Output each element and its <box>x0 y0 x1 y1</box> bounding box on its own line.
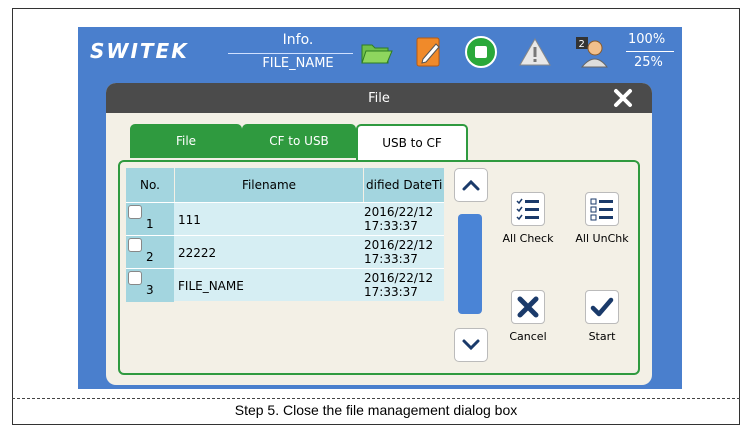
row-filename: FILE_NAME <box>178 279 244 293</box>
table-row[interactable]: 3 FILE_NAME 2016/22/12 17:33:37 <box>126 268 444 302</box>
table-row[interactable]: 2 22222 2016/22/12 17:33:37 <box>126 235 444 269</box>
dialog-title: File <box>368 90 390 106</box>
all-check-label: All Check <box>502 232 554 245</box>
row-date: 2016/22/12 <box>364 205 434 219</box>
tab-panel: No. Filename dified DateTi 1 111 2016/22… <box>118 160 640 375</box>
row-checkbox[interactable] <box>128 238 142 252</box>
row-datetime: 2016/22/12 17:33:37 <box>364 271 433 299</box>
row-time: 17:33:37 <box>364 252 418 266</box>
device-screen: SWITEK Info. FILE_NAME 2 100% 25% File F… <box>78 27 682 389</box>
svg-text:2: 2 <box>579 39 585 50</box>
column-header-filename: Filename <box>175 168 363 202</box>
row-number: 1 <box>146 217 154 231</box>
file-dialog: File File CF to USB USB to CF No. Filena… <box>106 83 652 385</box>
checklist-icon <box>511 192 545 226</box>
figure-caption: Step 5. Close the file management dialog… <box>234 402 518 418</box>
row-number: 3 <box>146 283 154 297</box>
scroll-down-button[interactable] <box>454 328 488 362</box>
percent-bottom: 25% <box>634 55 663 70</box>
brand-logo: SWITEK <box>90 39 189 63</box>
cancel-label: Cancel <box>509 330 547 343</box>
row-number: 2 <box>146 250 154 264</box>
info-divider <box>228 53 353 54</box>
row-number-cell: 2 <box>126 236 174 269</box>
column-header-no: No. <box>126 168 174 202</box>
caption-separator <box>12 398 740 399</box>
scroll-up-button[interactable] <box>454 168 488 202</box>
row-checkbox[interactable] <box>128 205 142 219</box>
warning-icon[interactable] <box>518 35 552 69</box>
edit-document-icon[interactable] <box>412 35 446 69</box>
start-button[interactable]: Start <box>570 290 634 343</box>
cancel-x-icon <box>511 290 545 324</box>
row-datetime: 2016/22/12 17:33:37 <box>364 205 433 233</box>
current-file-name: FILE_NAME <box>262 56 334 71</box>
stop-icon[interactable] <box>464 35 498 69</box>
info-label: Info. <box>282 32 314 48</box>
unchecked-list-icon <box>585 192 619 226</box>
user-icon[interactable]: 2 <box>574 35 608 69</box>
row-time: 17:33:37 <box>364 219 418 233</box>
row-checkbox[interactable] <box>128 271 142 285</box>
all-check-button[interactable]: All Check <box>496 192 560 245</box>
chevron-down-icon <box>462 339 480 351</box>
all-uncheck-label: All UnChk <box>575 232 629 245</box>
row-datetime: 2016/22/12 17:33:37 <box>364 238 433 266</box>
file-table: No. Filename dified DateTi 1 111 2016/22… <box>126 168 444 302</box>
percent-top: 100% <box>628 32 666 47</box>
tab-file[interactable]: File <box>130 124 242 158</box>
row-filename: 111 <box>178 213 201 227</box>
cancel-button[interactable]: Cancel <box>496 290 560 343</box>
percent-divider <box>626 51 674 52</box>
all-uncheck-button[interactable]: All UnChk <box>570 192 634 245</box>
row-number-cell: 3 <box>126 269 174 302</box>
scroll-thumb[interactable] <box>458 214 482 314</box>
row-date: 2016/22/12 <box>364 238 434 252</box>
dialog-title-bar: File <box>106 83 652 113</box>
row-date: 2016/22/12 <box>364 271 434 285</box>
table-scrollbar[interactable] <box>454 168 488 362</box>
row-filename: 22222 <box>178 246 217 260</box>
folder-open-icon[interactable] <box>360 35 394 69</box>
chevron-up-icon <box>462 179 480 191</box>
row-number-cell: 1 <box>126 203 174 236</box>
column-header-modified-date: dified DateTi <box>364 168 444 202</box>
start-label: Start <box>588 330 616 343</box>
close-icon[interactable] <box>612 87 634 109</box>
row-time: 17:33:37 <box>364 285 418 299</box>
tab-usb-to-cf[interactable]: USB to CF <box>356 124 468 160</box>
table-row[interactable]: 1 111 2016/22/12 17:33:37 <box>126 202 444 236</box>
checkmark-icon <box>585 290 619 324</box>
tab-cf-to-usb[interactable]: CF to USB <box>242 124 356 158</box>
